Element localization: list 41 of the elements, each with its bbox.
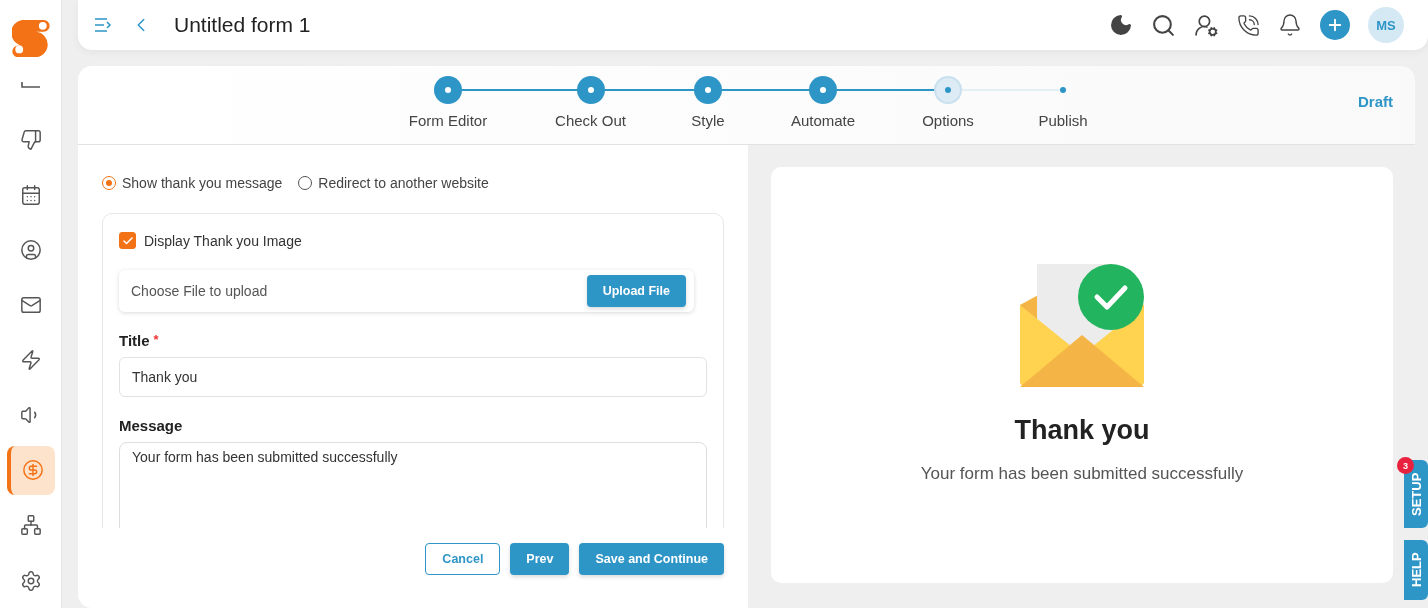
calendar-icon xyxy=(19,183,42,206)
phone-icon[interactable] xyxy=(1237,13,1260,37)
step-label[interactable]: Form Editor xyxy=(408,112,488,129)
user-circle-icon xyxy=(19,239,42,262)
bracket-line-icon xyxy=(20,81,41,88)
step-dot[interactable] xyxy=(934,76,962,104)
upload-placeholder: Choose File to upload xyxy=(131,283,268,299)
title-input[interactable]: Thank you xyxy=(119,357,707,397)
step-label[interactable]: Check Out xyxy=(555,112,626,129)
step-label[interactable]: Publish xyxy=(1038,112,1088,129)
thumbs-down-icon xyxy=(19,128,42,151)
step-dot[interactable] xyxy=(434,76,462,104)
message-textarea[interactable]: Your form has been submitted successfully xyxy=(119,442,707,528)
add-button[interactable] xyxy=(1320,10,1350,40)
preview-heading: Thank you xyxy=(1014,415,1150,446)
preview-message: Your form has been submitted successfully xyxy=(920,464,1244,484)
step-dot[interactable] xyxy=(809,76,837,104)
lightning-icon xyxy=(19,349,42,372)
file-upload-field[interactable]: Choose File to upload Upload File xyxy=(119,270,694,312)
moon-icon[interactable] xyxy=(1109,13,1133,37)
step-label[interactable]: Automate xyxy=(790,112,856,129)
bell-icon[interactable] xyxy=(1278,13,1302,37)
required-mark: * xyxy=(153,332,159,349)
checkbox[interactable] xyxy=(119,232,136,249)
field-label: Message xyxy=(119,417,183,434)
checkbox-label: Display Thank you Image xyxy=(144,232,302,249)
field-label: Title xyxy=(119,332,150,349)
network-icon xyxy=(19,514,42,537)
logo-icon xyxy=(11,18,50,58)
status-label: Draft xyxy=(1358,93,1393,110)
check-icon xyxy=(121,234,134,247)
step-dot[interactable] xyxy=(694,76,722,104)
dollar-icon xyxy=(21,459,44,482)
menu-icon[interactable] xyxy=(94,17,112,33)
search-icon[interactable] xyxy=(1151,12,1176,38)
step-label[interactable]: Options xyxy=(922,112,974,129)
step-label[interactable]: Style xyxy=(691,112,725,129)
form-title: Untitled form 1 xyxy=(174,13,312,37)
settings-icon xyxy=(19,569,42,592)
notification-badge: 3 xyxy=(1397,457,1414,474)
step-dot[interactable] xyxy=(576,76,605,104)
